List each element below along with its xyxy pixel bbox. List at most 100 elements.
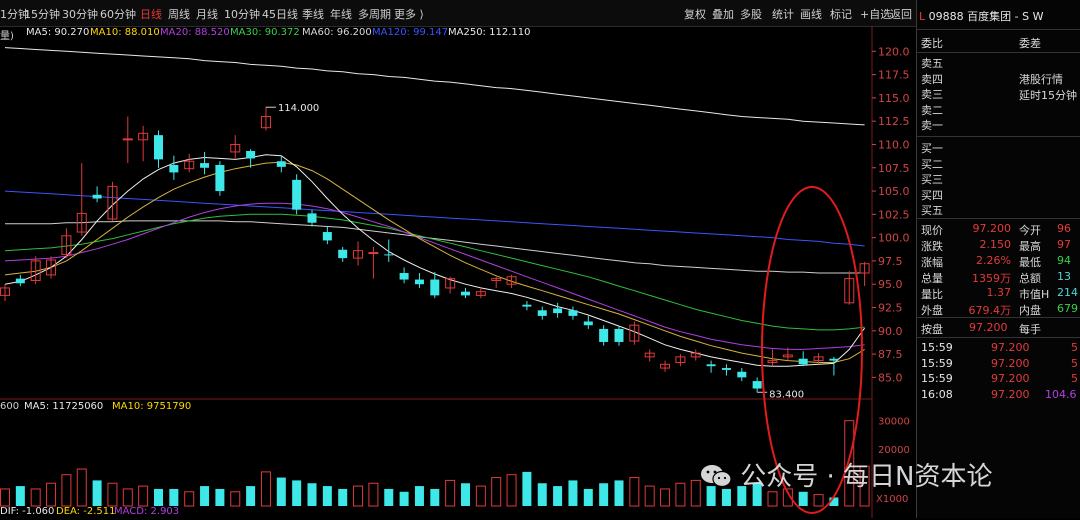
candle-body: [399, 273, 409, 280]
candle-body: [322, 232, 332, 241]
quote-label2-0: 今开: [1019, 224, 1041, 237]
quote-label2-3: 总额: [1019, 272, 1041, 285]
candle-body: [599, 328, 609, 342]
candle-body: [798, 358, 808, 365]
price-axis-label: 87.5: [878, 348, 903, 361]
sell-level-3: 卖二: [921, 103, 943, 117]
candle-body: [583, 321, 593, 326]
sell-level-0: 卖五: [921, 57, 943, 70]
stock-code: 09888 百度集团 - S W: [928, 10, 1044, 23]
quote-value2-4: 214: [1057, 286, 1078, 299]
candle-body: [307, 213, 317, 223]
quote-label-2: 涨幅: [921, 256, 943, 269]
candle-body: [200, 163, 210, 168]
volume-bar: [230, 491, 241, 507]
volume-bar: [368, 482, 379, 507]
ma250-line: [4, 47, 865, 126]
candle-body: [15, 278, 25, 284]
candle-body: [384, 254, 394, 256]
quote-value-1: 2.150: [979, 238, 1012, 251]
buy-level-0: 买一: [921, 142, 943, 155]
quote-value-2: 2.26%: [976, 254, 1011, 267]
volume-bar: [430, 488, 440, 506]
tick-price-1: 97.200: [991, 356, 1030, 370]
volume-bar: [675, 482, 686, 507]
volume-axis-label: 30000: [878, 417, 910, 428]
volume-bar: [399, 491, 409, 506]
candle-body: [246, 150, 256, 159]
volume-bar: [184, 491, 195, 507]
ma60-value: MA60: 96.200: [302, 27, 372, 38]
volume-bar: [169, 488, 179, 506]
volume-bar: [445, 479, 456, 507]
macd-value: MACD: 2.903: [114, 506, 180, 517]
volume-bar: [76, 468, 87, 507]
volume-bar: [122, 488, 133, 507]
wechat-icon: [700, 464, 732, 488]
candle-body: [276, 161, 286, 167]
volume-bar: [767, 491, 778, 507]
candle-body: [721, 368, 731, 370]
candle-body: [368, 252, 379, 255]
watermark: 公众号 · 每日N资本论: [700, 456, 993, 493]
volume-unit-label: X1000: [876, 494, 908, 505]
quote-label-4: 量比: [921, 288, 943, 301]
candle-body: [215, 164, 225, 192]
sell-level-1: 卖四: [921, 72, 943, 86]
quote-value2-0: 96: [1057, 222, 1071, 235]
price-axis-label: 117.5: [878, 69, 910, 82]
volume-bar: [506, 474, 517, 507]
volume-bar: [660, 488, 671, 507]
volume-bar: [246, 486, 256, 506]
macd-dif: DIF: -1.060: [0, 506, 55, 517]
volume-bar: [553, 486, 563, 506]
high-price-label: 114.000: [278, 103, 319, 114]
vol-value: 600: [0, 401, 20, 412]
price-axis-label: 92.5: [878, 302, 903, 315]
volume-bar: [614, 480, 624, 506]
candle-body: [614, 328, 624, 342]
buy-level-1: 买二: [921, 157, 943, 171]
sell-level-2: 卖三: [921, 88, 943, 101]
price-axis-label: 100.0: [878, 232, 910, 245]
price-axis-label: 97.5: [878, 255, 903, 268]
auction-value: 97.200: [969, 321, 1008, 334]
auction-label: 按盘: [921, 323, 943, 336]
volume-bar: [138, 485, 149, 507]
volume-bar: [522, 471, 532, 506]
price-axis-label: 112.5: [878, 115, 910, 128]
volume-bar: [568, 480, 578, 506]
candle-body: [522, 304, 532, 307]
volume-bar: [15, 486, 25, 506]
candle-body: [706, 364, 716, 367]
candle-body: [430, 279, 440, 296]
volume-bar: [92, 480, 102, 506]
quote-value2-1: 97: [1057, 238, 1071, 251]
volume-axis-label: 20000: [878, 445, 910, 456]
tick-vol-1: 5: [1071, 356, 1078, 370]
price-axis-label: 110.0: [878, 138, 910, 151]
quote-label-1: 涨跌: [921, 240, 943, 253]
candle-body: [752, 381, 762, 389]
volume-bar: [200, 486, 210, 506]
buy-level-4: 买五: [921, 204, 943, 217]
volume-bar: [0, 488, 10, 507]
market-note: 港股行情: [1019, 73, 1063, 86]
candle-body: [461, 291, 470, 296]
volume-bar: [813, 494, 824, 507]
watermark-text: 公众号 · 每日N资本论: [740, 462, 993, 492]
ma5-line: [4, 154, 866, 367]
volume-bar: [215, 488, 225, 506]
volume-bar: [414, 486, 424, 506]
low-price-label: 83.400: [769, 389, 804, 400]
volume-bar: [154, 488, 163, 506]
volume-bar: [30, 488, 41, 507]
candle-body: [568, 310, 578, 316]
tick-vol-3: 104.6: [1045, 387, 1077, 401]
volume-bar: [537, 483, 547, 506]
tick-time-2: 15:59: [921, 372, 953, 385]
ma10-line: [4, 161, 865, 363]
tick-time-1: 15:59: [921, 356, 953, 370]
tick-price-2: 97.200: [991, 372, 1030, 385]
candle-body: [154, 135, 163, 160]
